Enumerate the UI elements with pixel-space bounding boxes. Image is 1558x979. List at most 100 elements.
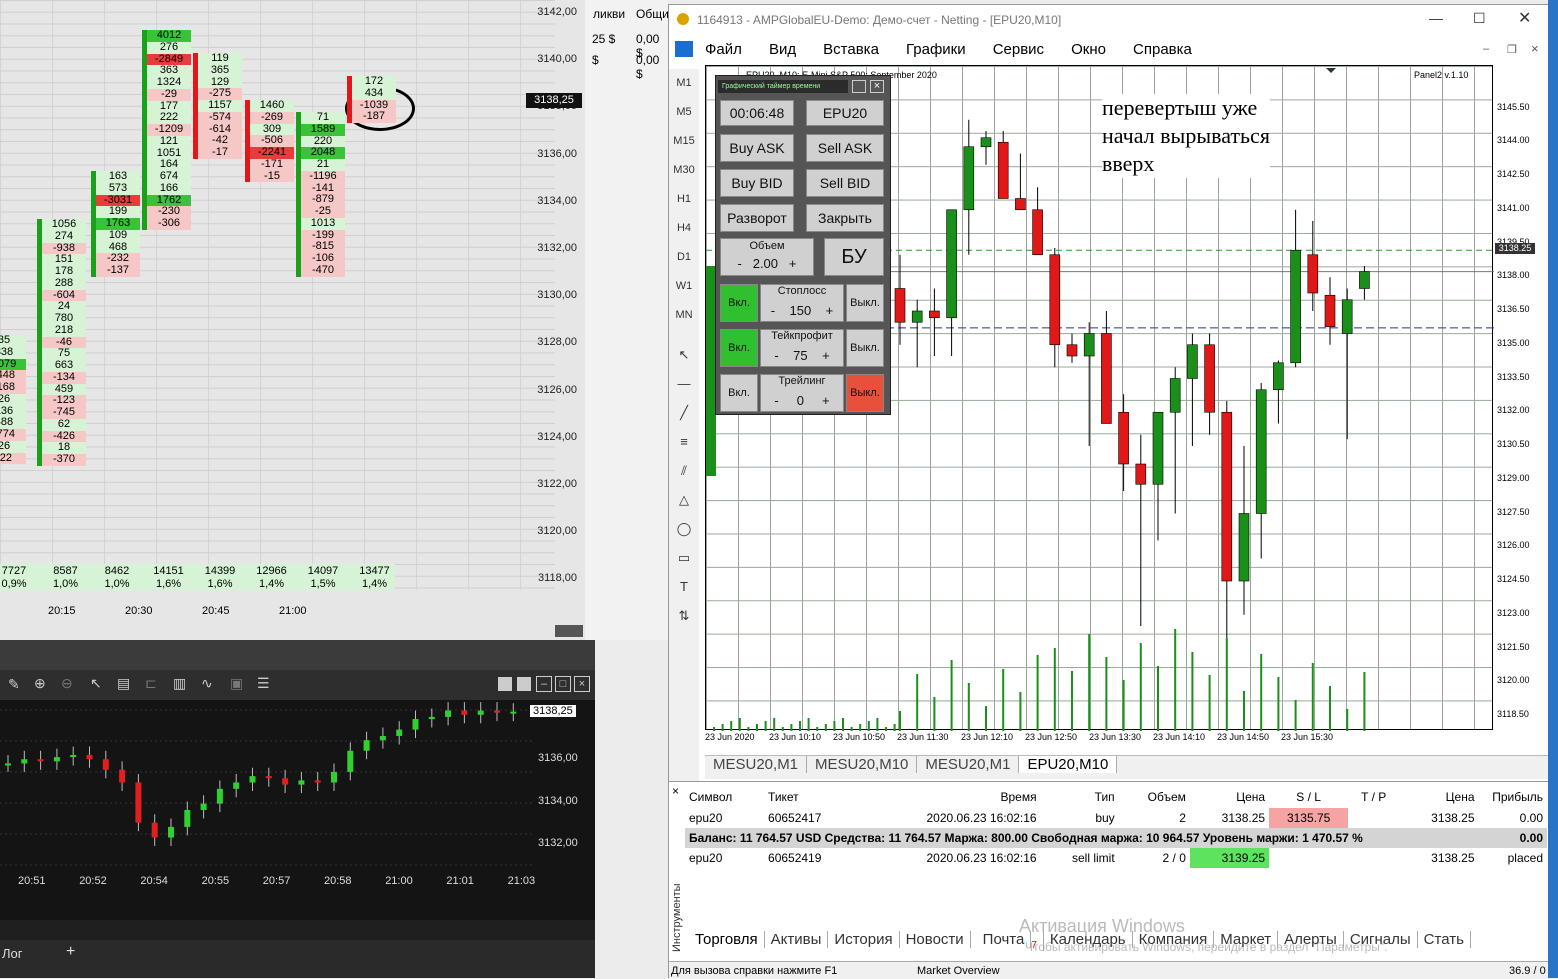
col-price[interactable]: Цена — [1190, 786, 1269, 808]
pencil-icon[interactable]: ✎ — [8, 676, 20, 693]
cell-tp[interactable] — [1348, 808, 1399, 828]
timeframe-h4[interactable]: H4 — [669, 214, 699, 242]
win-maximize-icon[interactable]: ☐ — [1473, 10, 1486, 27]
table-row[interactable]: epu20 60652417 2020.06.23 16:02:16 buy 2… — [685, 808, 1547, 828]
tab-assets[interactable]: Активы — [765, 931, 829, 948]
tp-plus[interactable]: + — [822, 348, 830, 363]
tab-mesu20-m1b[interactable]: MESU20,M1 — [917, 756, 1020, 773]
indicator-icon[interactable]: ∿ — [201, 675, 213, 692]
timeframe-h1[interactable]: H1 — [669, 185, 699, 213]
menu-view[interactable]: Вид — [769, 41, 796, 58]
tp-off-button[interactable]: Выкл. — [846, 329, 884, 367]
symbol-button[interactable]: EPU20 — [806, 100, 884, 126]
close-icon[interactable]: × — [574, 676, 590, 692]
cell-price[interactable]: 3139.25 — [1189, 848, 1270, 868]
cursor-icon[interactable]: ↖ — [669, 341, 699, 369]
close-position-button[interactable]: Закрыть — [806, 204, 884, 232]
tp-on-button[interactable]: Вкл. — [720, 329, 758, 367]
tab-articles[interactable]: Стать — [1418, 931, 1471, 948]
text-icon[interactable]: T — [669, 573, 699, 601]
tab-trade[interactable]: Торговля — [689, 931, 765, 948]
tab-calendar[interactable]: Календарь — [1044, 931, 1133, 948]
arrows-icon[interactable]: ⇅ — [669, 602, 699, 630]
col-time[interactable]: Время — [859, 786, 1041, 808]
template-icon[interactable]: ▤ — [117, 675, 130, 692]
chart-type-icon[interactable]: ▥ — [173, 675, 186, 692]
tab-market[interactable]: Маркет — [1214, 931, 1279, 948]
tp-minus[interactable]: - — [774, 348, 778, 363]
child-close-icon[interactable]: × — [1531, 41, 1539, 56]
add-tab-icon[interactable]: + — [66, 943, 75, 961]
ellipse-icon[interactable]: ◯ — [669, 515, 699, 543]
trail-value[interactable]: 0 — [797, 393, 804, 408]
maximize-icon[interactable]: □ — [555, 676, 571, 692]
panel-close-icon[interactable]: × — [870, 80, 884, 93]
tab-signals[interactable]: Сигналы — [1344, 931, 1418, 948]
tab-alerts[interactable]: Алерты — [1278, 931, 1344, 948]
bar-icon[interactable]: ⊏ — [145, 675, 157, 692]
trail-minus[interactable]: - — [774, 393, 778, 408]
list-icon[interactable]: ☰ — [257, 675, 270, 692]
col-sl[interactable]: S / L — [1269, 786, 1348, 808]
strategy-icon[interactable]: ▣ — [230, 675, 243, 692]
timeframe-m1[interactable]: M1 — [669, 69, 699, 97]
timeframe-mn[interactable]: MN — [669, 301, 699, 329]
volume-minus[interactable]: - — [738, 256, 742, 271]
footprint-chart[interactable]: 3142,003140,003138,003136,003134,003132,… — [0, 0, 585, 640]
sl-plus[interactable]: + — [826, 303, 834, 318]
buy-ask-button[interactable]: Buy ASK — [720, 134, 794, 162]
volume-plus[interactable]: + — [789, 256, 797, 271]
trail-plus[interactable]: + — [822, 393, 830, 408]
trendline-icon[interactable]: ╱ — [669, 399, 699, 427]
reverse-button[interactable]: Разворот — [720, 204, 794, 232]
tab-mail[interactable]: Почта 7 — [971, 931, 1044, 951]
layout-1-icon[interactable] — [498, 677, 512, 691]
col-price2[interactable]: Цена — [1399, 786, 1478, 808]
log-tab[interactable]: Лог — [2, 946, 23, 961]
child-min-icon[interactable]: – — [1483, 43, 1489, 55]
timeframe-m5[interactable]: M5 — [669, 98, 699, 126]
sell-bid-button[interactable]: Sell BID — [806, 169, 884, 197]
sl-on-button[interactable]: Вкл. — [720, 284, 758, 322]
timeframe-m30[interactable]: M30 — [669, 156, 699, 184]
volume-value[interactable]: 2.00 — [753, 256, 778, 271]
minimize-icon[interactable]: – — [536, 676, 552, 692]
tab-mesu20-m10[interactable]: MESU20,M10 — [807, 756, 918, 773]
timeframe-d1[interactable]: D1 — [669, 243, 699, 271]
trail-on-button[interactable]: Вкл. — [720, 374, 758, 412]
mini-scroll[interactable] — [0, 920, 595, 940]
scrollbar[interactable] — [555, 625, 583, 637]
child-restore-icon[interactable]: ❐ — [1507, 43, 1517, 56]
table-row[interactable]: epu20 60652419 2020.06.23 16:02:16 sell … — [685, 848, 1547, 868]
sl-off-button[interactable]: Выкл. — [846, 284, 884, 322]
sl-value[interactable]: 150 — [790, 303, 812, 318]
buy-bid-button[interactable]: Buy BID — [720, 169, 794, 197]
fib-fan-icon[interactable]: ⫽ — [669, 457, 699, 485]
tab-company[interactable]: Компания — [1133, 931, 1215, 948]
hline-icon[interactable]: — — [669, 370, 699, 398]
zoom-out-icon[interactable]: ⊖ — [61, 675, 73, 692]
sell-ask-button[interactable]: Sell ASK — [806, 134, 884, 162]
fib-icon[interactable]: ≡ — [669, 428, 699, 456]
col-profit[interactable]: Прибыль — [1479, 786, 1547, 808]
tab-mesu20-m1[interactable]: MESU20,M1 — [705, 756, 808, 773]
cell-sl[interactable] — [1269, 848, 1348, 868]
mini-chart[interactable]: 3138,25 3136,00 3134,00 3132,00 20:51 20:52 2… — [0, 700, 595, 920]
tab-history[interactable]: История — [828, 931, 900, 948]
col-volume[interactable]: Объем — [1119, 786, 1190, 808]
col-tp[interactable]: T / P — [1348, 786, 1399, 808]
zoom-in-icon[interactable]: ⊕ — [34, 675, 46, 692]
sl-minus[interactable]: - — [771, 303, 775, 318]
tab-news[interactable]: Новости — [900, 931, 971, 948]
menu-charts[interactable]: Графики — [906, 41, 966, 58]
layout-2-icon[interactable] — [517, 677, 531, 691]
menu-insert[interactable]: Вставка — [823, 41, 879, 58]
terminal-close-icon[interactable]: × — [672, 784, 679, 798]
trail-off-button[interactable]: Выкл. — [846, 374, 884, 412]
win-close-icon[interactable]: ✕ — [1518, 8, 1531, 28]
win-minimize-icon[interactable]: — — [1429, 10, 1443, 26]
cell-tp[interactable] — [1348, 848, 1399, 868]
cell-sl[interactable]: 3135.75 — [1269, 808, 1349, 828]
tab-epu20-m10[interactable]: EPU20,M10 — [1019, 756, 1118, 773]
rect-icon[interactable]: ▭ — [669, 544, 699, 572]
